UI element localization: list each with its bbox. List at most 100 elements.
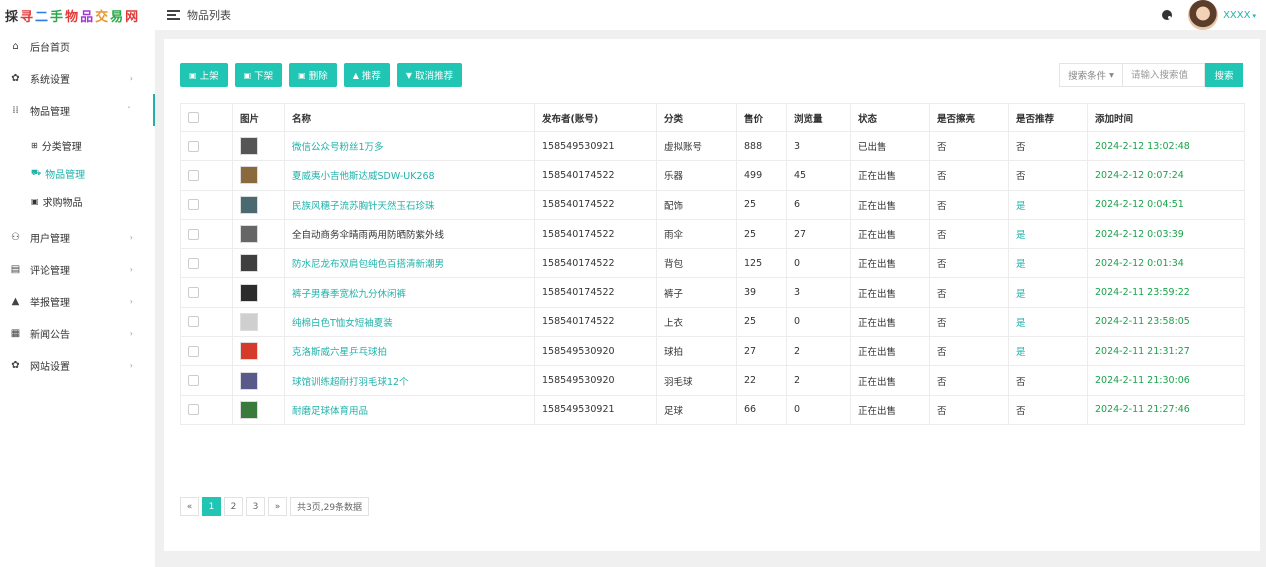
item-name[interactable]: 防水尼龙布双肩包纯色百搭清新潮男 (284, 248, 535, 279)
toolbar-button[interactable]: ▼ 取消推荐 (396, 63, 463, 87)
toolbar-button-label: 删除 (308, 71, 328, 82)
row-checkbox[interactable] (188, 199, 199, 211)
item-name[interactable]: 民族风穗子流苏胸针天然玉石珍珠 (284, 189, 535, 220)
item-publisher: 158549530921 (534, 394, 657, 425)
sidebar-item[interactable]: ✿ 网站设置 › (0, 349, 155, 381)
item-thumbnail[interactable] (240, 312, 258, 331)
sidebar-item[interactable]: ⚇ 用户管理 › (0, 221, 155, 253)
sidebar-item[interactable]: ⌂ 后台首页 (0, 30, 155, 62)
avatar[interactable] (1188, 0, 1219, 30)
item-price: 25 (736, 189, 787, 220)
row-checkbox[interactable] (188, 345, 199, 357)
row-checkbox[interactable] (188, 140, 199, 152)
sidebar-subitem[interactable]: ⊞ 分类管理 (0, 131, 155, 159)
item-category: 羽毛球 (656, 365, 737, 396)
item-category: 背包 (656, 248, 737, 279)
item-status: 正在出售 (850, 365, 930, 396)
item-views: 2 (786, 365, 851, 396)
next-page-button[interactable]: » (268, 497, 287, 516)
item-name[interactable]: 球馆训练超耐打羽毛球12个 (284, 365, 535, 396)
palette-icon[interactable] (1162, 10, 1173, 20)
toolbar-button[interactable]: ▣ 上架 (180, 63, 228, 87)
sidebar-item[interactable]: ▲ 举报管理 › (0, 285, 155, 317)
row-checkbox[interactable] (188, 404, 199, 416)
item-name[interactable]: 微信公众号粉丝1万多 (284, 130, 535, 162)
item-name[interactable]: 纯棉白色T恤女短袖夏装 (284, 306, 535, 338)
search-bar: 搜索条件 ▾ 搜索 (1059, 63, 1243, 87)
cart-icon: ⛟ (31, 168, 42, 177)
item-category: 乐器 (656, 160, 737, 191)
row-checkbox[interactable] (188, 169, 199, 181)
sidebar: ⌂ 后台首页 ✿ 系统设置 › ⁞⁞ 物品管理 ˇ ⊞ 分类管理 ⛟ 物品管理 ▣ 求购物品 ⚇ 用户管理 › ▤… (0, 30, 155, 567)
item-status: 正在出售 (850, 248, 930, 279)
item-thumbnail[interactable] (240, 342, 258, 361)
item-thumbnail[interactable] (240, 254, 258, 273)
toolbar-button[interactable]: ▲ 推荐 (343, 63, 390, 87)
item-time: 2024-2-12 0:04:51 (1087, 189, 1245, 220)
row-checkbox[interactable] (188, 257, 199, 269)
card-icon: ▣ (31, 196, 39, 206)
toolbar-button[interactable]: ▣ 下架 (234, 63, 283, 87)
row-checkbox[interactable] (188, 228, 199, 240)
page-button[interactable]: 2 (224, 497, 243, 516)
sidebar-subitem[interactable]: ▣ 求购物品 (0, 187, 155, 215)
search-condition-select[interactable]: 搜索条件 ▾ (1059, 63, 1123, 87)
item-recommended: 是 (1008, 277, 1088, 308)
item-thumbnail[interactable] (240, 283, 258, 302)
row-checkbox-cell (180, 394, 233, 425)
search-input[interactable] (1123, 63, 1205, 87)
button-icon: ▣ (243, 70, 252, 80)
item-polished: 否 (929, 306, 1009, 338)
item-recommended: 是 (1008, 306, 1088, 338)
button-icon: ▣ (189, 70, 197, 80)
logo-char: 二 (35, 9, 51, 25)
item-views: 3 (786, 277, 851, 308)
item-thumbnail[interactable] (240, 166, 258, 185)
item-thumbnail[interactable] (240, 225, 258, 244)
logo-char: 採 (5, 9, 21, 25)
grid-icon: ⁞⁞ (12, 104, 19, 116)
search-button[interactable]: 搜索 (1205, 63, 1243, 87)
item-name[interactable]: 克洛斯威六星乒乓球拍 (284, 336, 535, 367)
prev-page-button[interactable]: « (180, 497, 199, 516)
row-checkbox[interactable] (188, 316, 199, 328)
item-time: 2024-2-11 23:59:22 (1087, 277, 1245, 308)
select-all-checkbox[interactable] (188, 112, 199, 123)
item-name[interactable]: 耐磨足球体育用品 (284, 394, 535, 425)
sidebar-item[interactable]: ▦ 新闻公告 › (0, 317, 155, 349)
sidebar-item[interactable]: ✿ 系统设置 › (0, 62, 155, 94)
column-header: 状态 (850, 103, 930, 132)
row-checkbox-cell (180, 248, 233, 279)
thumb-cell (232, 130, 285, 162)
item-thumbnail[interactable] (240, 400, 258, 419)
item-thumbnail[interactable] (240, 371, 258, 390)
item-views: 0 (786, 394, 851, 425)
item-views: 3 (786, 130, 851, 162)
sidebar-item[interactable]: ⁞⁞ 物品管理 ˇ (0, 94, 155, 126)
item-thumbnail[interactable] (240, 195, 258, 214)
item-recommended: 否 (1008, 160, 1088, 191)
sidebar-item[interactable]: ▤ 评论管理 › (0, 253, 155, 285)
item-thumbnail[interactable] (240, 137, 258, 156)
item-name[interactable]: 裤子男春季宽松九分休闲裤 (284, 277, 535, 308)
sidebar-subitem[interactable]: ⛟ 物品管理 (0, 159, 155, 187)
user-menu[interactable]: XXXX ▾ (1223, 10, 1256, 21)
menu-toggle-icon[interactable] (167, 10, 180, 20)
table-row: 微信公众号粉丝1万多 158549530921 虚拟账号 888 3 已出售否否 2024-… (180, 130, 1245, 162)
toolbar-button[interactable]: ▣ 删除 (289, 63, 337, 87)
site-logo[interactable]: 採寻二手物品交易网 (0, 0, 155, 30)
item-polished: 否 (929, 160, 1009, 191)
thumb-cell (232, 248, 285, 279)
chevron-right-icon: › (129, 232, 133, 242)
item-polished: 否 (929, 277, 1009, 308)
item-name[interactable]: 夏威夷小吉他斯达威SDW-UK268 (284, 160, 535, 191)
page-button[interactable]: 3 (246, 497, 265, 516)
row-checkbox[interactable] (188, 287, 199, 299)
logo-char: 交 (95, 9, 111, 25)
item-price: 888 (736, 130, 787, 162)
row-checkbox[interactable] (188, 375, 199, 387)
chevron-down-icon: ˇ (127, 105, 131, 115)
gear-icon: ✿ (11, 72, 20, 84)
page-button[interactable]: 1 (202, 497, 221, 516)
chevron-right-icon: › (129, 73, 133, 83)
